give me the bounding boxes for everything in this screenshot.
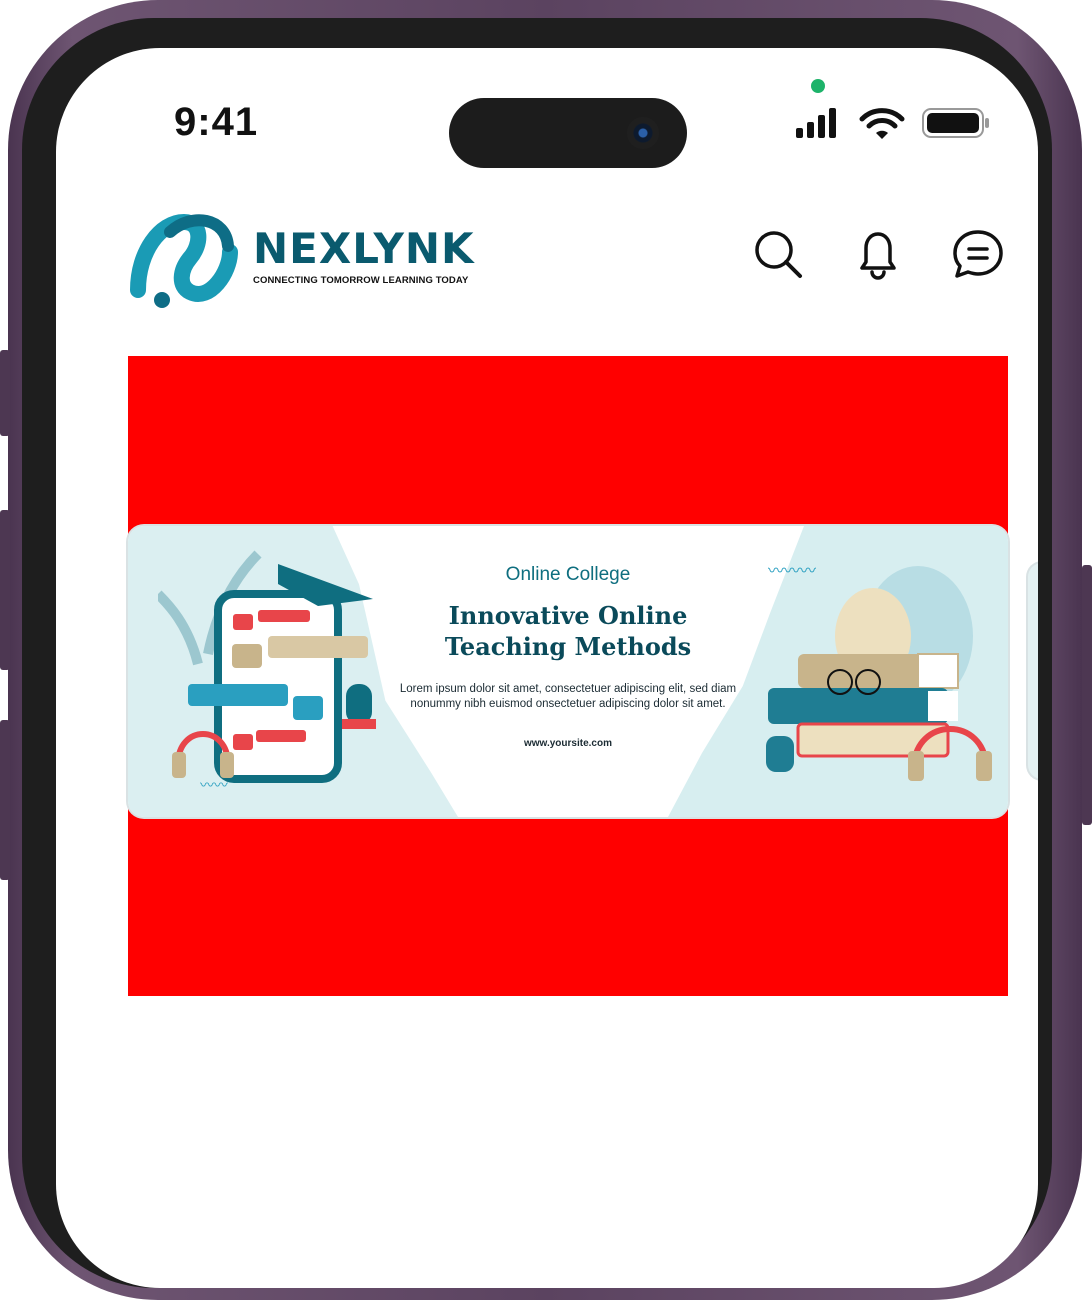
- books-headphones-illustration: 〰〰〰: [766, 561, 992, 781]
- phone-chat-illustration: 〰〰: [158, 550, 376, 794]
- phone-side-button: [1082, 565, 1092, 825]
- dynamic-island: [449, 98, 687, 168]
- cellular-signal-icon: [796, 108, 836, 138]
- phone-bezel: 9:41 NEXLYNK CONNECTING TOMORROW LEARNIN…: [22, 18, 1052, 1288]
- chat-icon[interactable]: [952, 228, 1004, 280]
- next-banner-card[interactable]: [1028, 563, 1038, 779]
- phone-side-button: [0, 720, 10, 880]
- banner-kicker: Online College: [505, 564, 631, 585]
- privacy-indicator: [811, 79, 825, 93]
- banner-text-block: Online College Innovative Online Teachin…: [388, 564, 748, 749]
- svg-text:〰〰: 〰〰: [200, 778, 228, 794]
- brand-name: NEXLYNK: [253, 224, 475, 273]
- brand-logo[interactable]: NEXLYNK CONNECTING TOMORROW LEARNING TOD…: [130, 212, 475, 312]
- banner-url[interactable]: www.yoursite.com: [388, 738, 748, 749]
- banner-title: Innovative Online Teaching Methods: [388, 600, 748, 662]
- phone-side-button: [0, 350, 10, 436]
- front-camera: [627, 117, 659, 149]
- svg-text:〰〰〰: 〰〰〰: [768, 561, 816, 580]
- status-time: 9:41: [174, 100, 259, 144]
- brand-tagline: CONNECTING TOMORROW LEARNING TODAY: [253, 275, 469, 286]
- phone-screen: 9:41 NEXLYNK CONNECTING TOMORROW LEARNIN…: [56, 48, 1038, 1288]
- banner-body: Lorem ipsum dolor sit amet, consectetuer…: [399, 683, 737, 710]
- battery-icon: [922, 108, 989, 138]
- wifi-icon: [859, 108, 905, 139]
- banner-title-line: Teaching Methods: [444, 632, 692, 661]
- promo-banner[interactable]: 〰〰 〰〰〰 Online College Innovative Online …: [128, 526, 1008, 817]
- logo-mark-icon: [130, 213, 238, 308]
- search-icon[interactable]: [752, 228, 804, 280]
- status-icons: [796, 108, 989, 139]
- phone-side-button: [0, 510, 10, 670]
- banner-title-line: Innovative Online: [448, 601, 688, 630]
- bell-icon[interactable]: [852, 228, 904, 280]
